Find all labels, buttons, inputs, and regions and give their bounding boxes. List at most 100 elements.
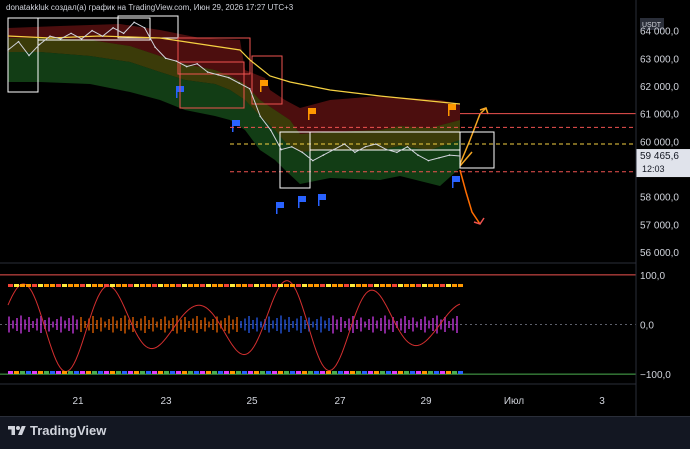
signal-strip-bottom bbox=[122, 371, 127, 374]
oscillator-bar bbox=[144, 316, 146, 333]
oscillator-tick-label: 0,0 bbox=[640, 321, 654, 332]
signal-strip-top bbox=[458, 284, 463, 287]
price-point-38 bbox=[406, 146, 409, 148]
signal-strip-top bbox=[200, 284, 205, 287]
signal-strip-top bbox=[68, 284, 73, 287]
price-tick-label: 64 000,0 bbox=[640, 27, 679, 38]
signal-strip-top bbox=[8, 284, 13, 287]
price-point-35 bbox=[375, 143, 377, 145]
price-point-36 bbox=[385, 148, 388, 151]
signal-strip-top bbox=[98, 284, 103, 287]
oscillator-bar bbox=[120, 318, 122, 331]
oscillator-bar bbox=[384, 315, 386, 334]
oscillator-bar bbox=[428, 320, 430, 329]
oscillator-bar bbox=[320, 316, 322, 333]
signal-strip-bottom bbox=[452, 371, 457, 374]
price-point-3 bbox=[38, 43, 41, 46]
oscillator-bar bbox=[332, 315, 334, 334]
oscillator-bar bbox=[272, 320, 274, 329]
signal-strip-top bbox=[134, 284, 139, 287]
price-point-20 bbox=[217, 74, 220, 76]
signal-strip-top bbox=[128, 284, 133, 287]
oscillator-bar bbox=[376, 320, 378, 329]
price-point-9 bbox=[101, 35, 104, 37]
price-point-2 bbox=[28, 54, 30, 57]
signal-strip-top bbox=[236, 284, 241, 287]
signal-strip-top bbox=[416, 284, 421, 287]
price-point-6 bbox=[70, 32, 72, 35]
signal-strip-bottom bbox=[356, 371, 361, 374]
oscillator-bar bbox=[452, 318, 454, 331]
signal-strip-top bbox=[380, 284, 385, 287]
signal-strip-bottom bbox=[158, 371, 163, 374]
signal-strip-bottom bbox=[338, 371, 343, 374]
oscillator-tick-label: −100,0 bbox=[640, 370, 671, 381]
price-tick-label: 63 000,0 bbox=[640, 54, 679, 65]
price-point-24 bbox=[259, 115, 262, 118]
price-point-39 bbox=[417, 154, 419, 156]
bar-countdown: 12:03 bbox=[642, 164, 665, 174]
oscillator-bar bbox=[312, 321, 314, 328]
oscillator-bar bbox=[356, 320, 358, 329]
signal-strip-top bbox=[74, 284, 79, 287]
oscillator-bar bbox=[64, 320, 66, 329]
signal-strip-bottom bbox=[428, 371, 433, 374]
price-point-29 bbox=[312, 159, 314, 162]
oscillator-bar bbox=[68, 318, 70, 331]
signal-strip-bottom bbox=[74, 371, 79, 374]
signal-strip-top bbox=[440, 284, 445, 287]
oscillator-bar bbox=[124, 315, 126, 334]
price-point-33 bbox=[354, 151, 356, 154]
oscillator-bar bbox=[148, 320, 150, 329]
signal-strip-bottom bbox=[362, 371, 367, 374]
oscillator-bar bbox=[340, 317, 342, 332]
signal-strip-bottom bbox=[20, 371, 25, 374]
signal-strip-top bbox=[92, 284, 97, 287]
price-tick-label: 58 000,0 bbox=[640, 193, 679, 204]
oscillator-bar bbox=[292, 321, 294, 328]
price-point-26 bbox=[280, 148, 283, 151]
oscillator-bar bbox=[240, 321, 242, 328]
signal-strip-bottom bbox=[200, 371, 205, 374]
oscillator-bar bbox=[32, 321, 34, 328]
oscillator-bar bbox=[108, 319, 110, 330]
signal-strip-bottom bbox=[302, 371, 307, 374]
oscillator-bar bbox=[300, 316, 302, 333]
oscillator-bar bbox=[168, 320, 170, 329]
oscillator-bar bbox=[196, 316, 198, 333]
price-point-16 bbox=[175, 60, 177, 62]
signal-strip-bottom bbox=[332, 371, 337, 374]
price-point-1 bbox=[17, 40, 20, 43]
tradingview-brand[interactable]: TradingView bbox=[30, 423, 106, 438]
signal-strip-bottom bbox=[8, 371, 13, 374]
oscillator-bar bbox=[80, 317, 82, 332]
signal-strip-bottom bbox=[164, 371, 169, 374]
oscillator-bar bbox=[8, 316, 10, 333]
oscillator-bar bbox=[236, 317, 238, 332]
oscillator-bar bbox=[328, 318, 330, 331]
signal-strip-top bbox=[314, 284, 319, 287]
oscillator-bar bbox=[408, 320, 410, 329]
signal-strip-top bbox=[356, 284, 361, 287]
oscillator-bar bbox=[28, 317, 30, 332]
tradingview-logo-icon[interactable] bbox=[8, 424, 26, 438]
signal-strip-bottom bbox=[410, 371, 415, 374]
signal-strip-top bbox=[374, 284, 379, 287]
signal-strip-top bbox=[152, 284, 157, 287]
signal-strip-top bbox=[176, 284, 181, 287]
last-price-value: 59 465,6 bbox=[640, 151, 679, 162]
signal-strip-top bbox=[104, 284, 109, 287]
signal-strip-top bbox=[230, 284, 235, 287]
signal-strip-top bbox=[218, 284, 223, 287]
oscillator-bar bbox=[284, 319, 286, 330]
oscillator-bar bbox=[184, 317, 186, 332]
signal-strip-bottom bbox=[260, 371, 265, 374]
oscillator-bar bbox=[380, 318, 382, 331]
time-tick-label: Июл bbox=[504, 396, 524, 407]
oscillator-bar bbox=[156, 321, 158, 328]
signal-strip-top bbox=[386, 284, 391, 287]
chart-canvas[interactable]: USDT64 000,063 000,062 000,061 000,060 0… bbox=[0, 0, 690, 448]
signal-strip-bottom bbox=[218, 371, 223, 374]
signal-strip-top bbox=[404, 284, 409, 287]
signal-strip-top bbox=[326, 284, 331, 287]
